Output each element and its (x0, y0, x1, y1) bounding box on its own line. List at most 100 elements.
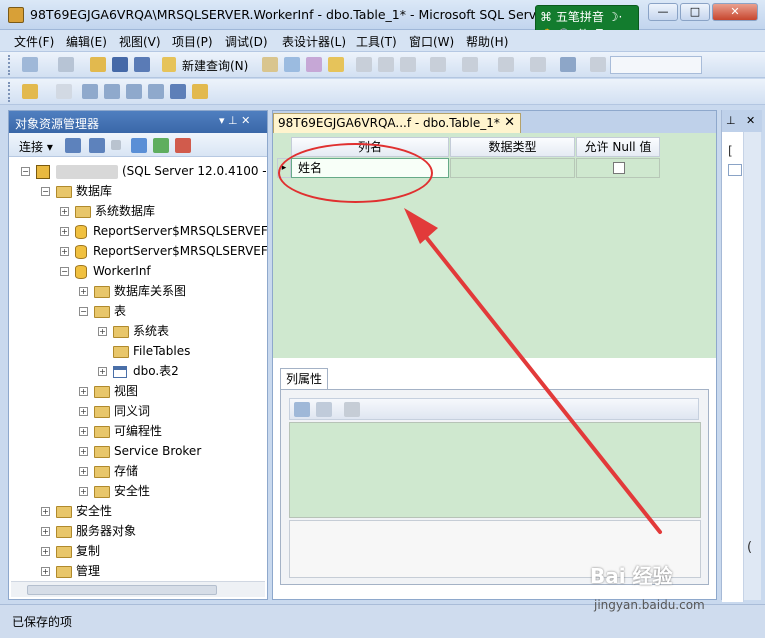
allow-null-checkbox[interactable] (613, 162, 625, 174)
tree-node-synonyms[interactable]: + 同义词 (79, 401, 150, 421)
tree-node-server[interactable]: − (SQL Server 12.0.4100 - (21, 161, 267, 181)
ssms-app-icon (8, 7, 24, 23)
connect-dropdown[interactable]: 连接 ▾ (19, 138, 53, 155)
relationships-icon[interactable] (82, 84, 98, 99)
panel-pin-controls[interactable]: ▾ ⊥ ✕ (219, 114, 250, 127)
folder-icon (113, 345, 129, 358)
tree-node-system-databases[interactable]: + 系统数据库 (60, 201, 155, 221)
toolbar-gripper[interactable] (8, 55, 11, 75)
tree-node-diagrams[interactable]: + 数据库关系图 (79, 281, 186, 301)
pin-icon[interactable]: ⊥ (726, 114, 736, 127)
tree-node-workerinf[interactable]: − WorkerInf (60, 261, 151, 281)
connect-object-icon[interactable] (65, 138, 81, 153)
ime-logo-icon: ⌘ (540, 10, 552, 24)
toolbar-gripper-2[interactable] (8, 82, 11, 102)
mdx-query-icon[interactable] (284, 57, 300, 72)
minimize-button[interactable]: — (648, 3, 678, 21)
tab-table1[interactable]: 98T69EGJGA6VRQA...f - dbo.Table_1* ✕ (273, 113, 521, 133)
property-pages-icon[interactable] (344, 402, 360, 417)
undo-icon[interactable] (430, 57, 446, 72)
xmla-query-icon[interactable] (328, 57, 344, 72)
navigate-back-icon[interactable] (498, 57, 514, 72)
tree-node-storage[interactable]: + 存储 (79, 461, 138, 481)
folder-icon (94, 445, 110, 458)
menu-edit[interactable]: 编辑(E) (66, 33, 107, 50)
horizontal-scrollbar[interactable] (11, 581, 265, 597)
disconnect-icon[interactable] (89, 138, 105, 153)
properties-combo-icon[interactable]: [ (728, 144, 733, 158)
new-project-icon[interactable] (22, 57, 38, 72)
start-debug-icon[interactable] (590, 57, 606, 72)
database-icon (75, 224, 87, 239)
moon-icon[interactable]: ☽ (608, 10, 619, 24)
tree-node-reportserver-temp[interactable]: + ReportServer$MRSQLSERVEF (60, 241, 267, 261)
add-item-icon[interactable] (58, 57, 74, 72)
paste-icon[interactable] (400, 57, 416, 72)
close-button[interactable]: ✕ (712, 3, 758, 21)
tree-node-reportserver[interactable]: + ReportServer$MRSQLSERVEF (60, 221, 267, 241)
new-query-button[interactable]: 新建查询(N) (182, 57, 248, 74)
folder-icon (56, 565, 72, 578)
tree-node-table2[interactable]: + dbo.表2 (98, 361, 179, 381)
tree-node-security[interactable]: + 安全性 (41, 501, 112, 521)
column-header-type[interactable]: 数据类型 (450, 137, 575, 157)
activity-icon[interactable] (175, 138, 191, 153)
menu-help[interactable]: 帮助(H) (466, 33, 508, 50)
categorized-icon-side[interactable] (728, 164, 742, 176)
object-explorer-panel: 对象资源管理器 ▾ ⊥ ✕ 连接 ▾ − (SQL Server 12.0.410… (8, 110, 268, 600)
manage-fulltext-icon[interactable] (126, 84, 142, 99)
spatial-indexes-icon[interactable] (192, 84, 208, 99)
tree-node-programmability[interactable]: + 可编程性 (79, 421, 162, 441)
refresh-icon[interactable] (153, 138, 169, 153)
menu-table-designer[interactable]: 表设计器(L) (282, 33, 346, 50)
activity-monitor-icon[interactable] (560, 57, 576, 72)
manage-xml-indexes-icon[interactable] (148, 84, 164, 99)
tab-column-properties[interactable]: 列属性 (280, 368, 328, 390)
new-query-icon[interactable] (162, 57, 176, 72)
tree-node-service-broker[interactable]: + Service Broker (79, 441, 201, 461)
side-expand-icon[interactable]: ( (747, 540, 752, 555)
tree-node-db-security[interactable]: + 安全性 (79, 481, 150, 501)
tree-node-replication[interactable]: + 复制 (41, 541, 100, 561)
menu-file[interactable]: 文件(F) (14, 33, 54, 50)
save-all-icon[interactable] (134, 57, 150, 72)
categorized-icon[interactable] (294, 402, 310, 417)
tree-node-tables[interactable]: − 表 (79, 301, 126, 321)
close-tab-icon[interactable]: ✕ (504, 115, 515, 130)
save-icon[interactable] (112, 57, 128, 72)
ime-name: 五笔拼音 (555, 10, 604, 24)
menu-debug[interactable]: 调试(D) (225, 33, 268, 50)
folder-icon (113, 325, 129, 338)
tree-node-server-objects[interactable]: + 服务器对象 (41, 521, 136, 541)
navigate-forward-icon[interactable] (530, 57, 546, 72)
watermark-url: jingyan.baidu.com (594, 598, 705, 612)
menu-window[interactable]: 窗口(W) (409, 33, 454, 50)
solution-config-dropdown[interactable] (610, 56, 702, 74)
maximize-button[interactable]: □ (680, 3, 710, 21)
open-file-icon[interactable] (90, 57, 106, 72)
check-constraints-icon[interactable] (170, 84, 186, 99)
tree-node-system-tables[interactable]: + 系统表 (98, 321, 169, 341)
redo-icon[interactable] (462, 57, 478, 72)
tree-node-views[interactable]: + 视图 (79, 381, 138, 401)
generate-script-icon[interactable] (22, 84, 38, 99)
copy-icon[interactable] (378, 57, 394, 72)
tree-node-management[interactable]: + 管理 (41, 561, 100, 579)
scrollbar-thumb[interactable] (27, 585, 217, 595)
filter-icon[interactable] (131, 138, 147, 153)
stop-icon[interactable] (111, 140, 121, 150)
manage-indexes-icon[interactable] (104, 84, 120, 99)
set-primary-key-icon[interactable] (56, 84, 72, 99)
tree-node-filetables[interactable]: FileTables (98, 341, 190, 361)
sort-alphabetical-icon[interactable] (316, 402, 332, 417)
cut-icon[interactable] (356, 57, 372, 72)
data-type-cell[interactable] (450, 158, 575, 178)
dmx-query-icon[interactable] (306, 57, 322, 72)
menu-project[interactable]: 项目(P) (172, 33, 213, 50)
database-engine-query-icon[interactable] (262, 57, 278, 72)
side-close-icon[interactable]: ✕ (746, 114, 755, 127)
menu-tools[interactable]: 工具(T) (356, 33, 397, 50)
column-header-allow-null[interactable]: 允许 Null 值 (576, 137, 660, 157)
tree-node-databases[interactable]: − 数据库 (41, 181, 112, 201)
menu-view[interactable]: 视图(V) (119, 33, 161, 50)
